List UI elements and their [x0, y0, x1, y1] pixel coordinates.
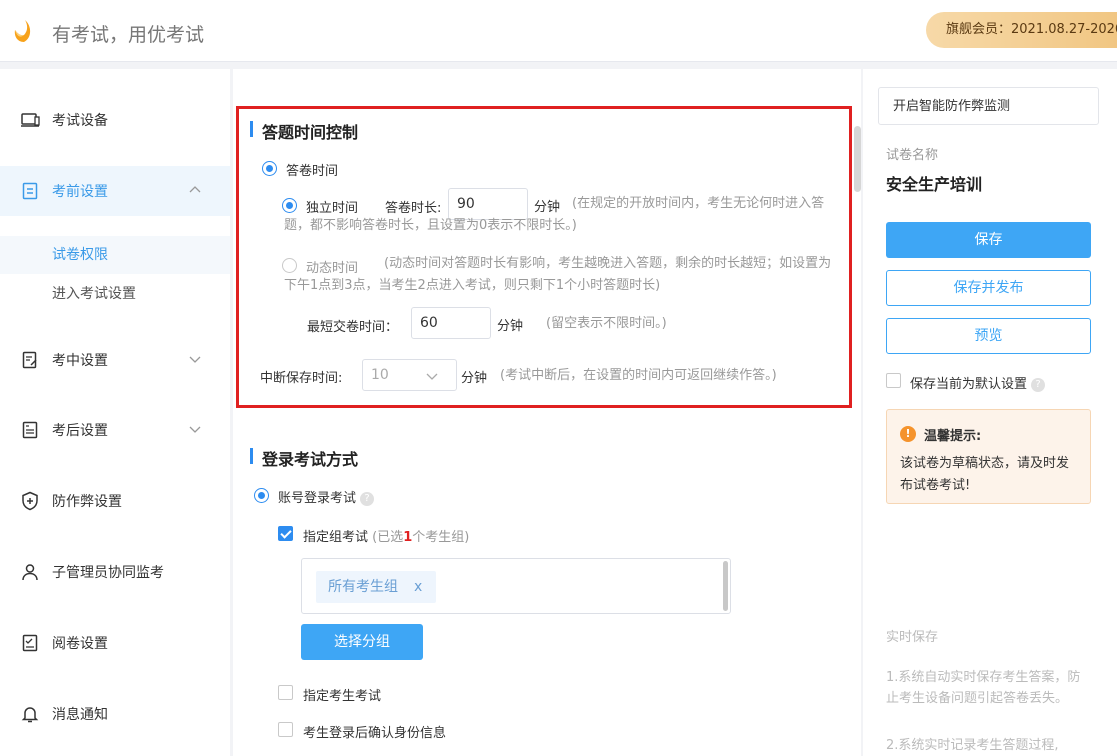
group-tag: 所有考生组 x: [316, 571, 437, 603]
checkbox-group-exam[interactable]: [278, 526, 293, 541]
sidebar-item-label: 考后设置: [52, 423, 108, 439]
answer-time-label: 答卷时间: [286, 164, 339, 179]
warning-icon: !: [900, 426, 916, 442]
sidebar-item-grading[interactable]: 阅卷设置: [0, 618, 230, 668]
save-publish-button[interactable]: 保存并发布: [886, 270, 1091, 306]
realtime-save-title: 实时保存: [886, 630, 939, 645]
sidebar-item-label: 阅卷设置: [52, 636, 108, 652]
min-submit-label: 最短交卷时间：: [307, 320, 399, 335]
group-select-box[interactable]: 所有考生组 x: [301, 558, 731, 614]
interrupt-hint: (考试中断后，在设置的时间内可返回继续作答。): [500, 368, 777, 383]
top-header: 有考试，用优考试 旗舰会员：2021.08.27-2026: [0, 0, 1117, 62]
group-selected-count: 1: [403, 530, 413, 545]
user-icon: [20, 562, 40, 582]
min-submit-input[interactable]: 60: [411, 307, 491, 339]
vip-badge[interactable]: 旗舰会员：2021.08.27-2026: [926, 12, 1117, 48]
group-tag-label: 所有考生组: [328, 579, 398, 595]
checkbox-save-default[interactable]: [886, 373, 901, 388]
specify-candidate-label: 指定考生考试: [303, 689, 382, 704]
radio-account-login[interactable]: [254, 488, 269, 503]
interrupt-unit: 分钟: [461, 371, 488, 386]
sidebar-subitem-enter-settings[interactable]: 进入考试设置: [0, 275, 230, 313]
sidebar-item-anti-cheat[interactable]: 防作弊设置: [0, 476, 230, 526]
section-title-login: 登录考试方式: [250, 446, 358, 470]
paper-name: 安全生产培训: [886, 175, 983, 194]
select-group-button[interactable]: 选择分组: [301, 624, 423, 660]
main-scrollbar[interactable]: [854, 126, 861, 192]
save-button[interactable]: 保存: [886, 222, 1091, 258]
account-login-text: 账号登录考试: [278, 491, 357, 506]
preview-button[interactable]: 预览: [886, 318, 1091, 354]
dynamic-hint: (动态时间对答题时长有影响，考生越晚进入答题，剩余的时长越短；如设置为下午1点到…: [284, 256, 832, 293]
tip-box: ! 温馨提示: 该试卷为草稿状态，请及时发布试卷考试!: [886, 409, 1091, 504]
sidebar-item-devices[interactable]: 考试设备: [0, 95, 230, 145]
report-icon: [20, 420, 40, 440]
sidebar-item-label: 消息通知: [52, 707, 108, 723]
sidebar-item-during-exam[interactable]: 考中设置: [0, 335, 230, 385]
sidebar-item-label: 防作弊设置: [52, 494, 122, 510]
sidebar-item-pre-exam[interactable]: 考前设置: [0, 166, 230, 216]
save-default-text: 保存当前为默认设置: [910, 377, 1028, 392]
sidebar-subitem-paper-permission[interactable]: 试卷权限: [0, 236, 230, 274]
grading-icon: [20, 633, 40, 653]
close-icon[interactable]: x: [414, 579, 422, 595]
realtime-save-item-1: 1.系统自动实时保存考生答案，防止考生设备问题引起答卷丢失。: [886, 670, 1081, 706]
sidebar-item-label: 考试设备: [52, 113, 108, 129]
sidebar-item-post-exam[interactable]: 考后设置: [0, 405, 230, 455]
shield-icon: [20, 491, 40, 511]
section-title-time-control: 答题时间控制: [250, 119, 358, 143]
bell-icon: [20, 704, 40, 724]
paper-name-label: 试卷名称: [886, 148, 939, 163]
group-exam-label: 指定组考试 (已选1个考生组): [303, 526, 469, 545]
chevron-up-icon: [189, 186, 201, 193]
sidebar: 考试设备 考前设置 试卷权限 进入考试设置 考中设置 考后设置 防作弊设置 子管…: [0, 69, 230, 756]
sidebar-item-label: 考中设置: [52, 353, 108, 369]
confirm-identity-label: 考生登录后确认身份信息: [303, 726, 447, 741]
interrupt-select-value: 10: [371, 367, 389, 383]
min-submit-unit: 分钟: [497, 319, 524, 334]
sidebar-item-sub-admin[interactable]: 子管理员协同监考: [0, 547, 230, 597]
laptop-icon: [20, 110, 40, 130]
group-box-scrollbar[interactable]: [723, 561, 728, 611]
tip-title: 温馨提示:: [924, 429, 982, 444]
min-submit-hint: (留空表示不限时间。): [546, 316, 667, 331]
chevron-down-icon: [426, 373, 438, 380]
realtime-save-item-2: 2.系统实时记录考生答题过程,: [886, 738, 1059, 753]
group-selected-prefix: (已选: [372, 530, 404, 545]
logo-icon: [14, 20, 31, 42]
independent-hint: (在规定的开放时间内，考生无论何时进入答题，都不影响答卷时长，且设置为0表示不限…: [284, 196, 825, 233]
sidebar-item-label: 子管理员协同监考: [52, 565, 164, 581]
save-default-label: 保存当前为默认设置?: [910, 373, 1046, 392]
tip-body: 该试卷为草稿状态，请及时发布试卷考试!: [900, 456, 1070, 493]
clipboard-icon: [20, 181, 40, 201]
checkbox-specify-candidate[interactable]: [278, 685, 293, 700]
account-login-label: 账号登录考试?: [278, 487, 375, 506]
sidebar-item-label: 考前设置: [52, 184, 108, 200]
help-icon[interactable]: ?: [1031, 377, 1046, 392]
help-icon[interactable]: ?: [360, 491, 375, 506]
group-selected-suffix: 个考生组): [412, 530, 470, 545]
sidebar-item-notification[interactable]: 消息通知: [0, 689, 230, 739]
radio-answer-time[interactable]: [262, 161, 277, 176]
slogan: 有考试，用优考试: [52, 24, 205, 46]
checkbox-confirm-identity[interactable]: [278, 722, 293, 737]
anti-cheat-button[interactable]: 开启智能防作弊监测: [878, 87, 1099, 125]
chevron-down-icon: [189, 356, 201, 363]
chevron-down-icon: [189, 426, 201, 433]
interrupt-label: 中断保存时间:: [260, 371, 343, 386]
edit-doc-icon: [20, 350, 40, 370]
group-exam-text: 指定组考试: [303, 530, 369, 545]
interrupt-select[interactable]: 10: [362, 359, 457, 391]
